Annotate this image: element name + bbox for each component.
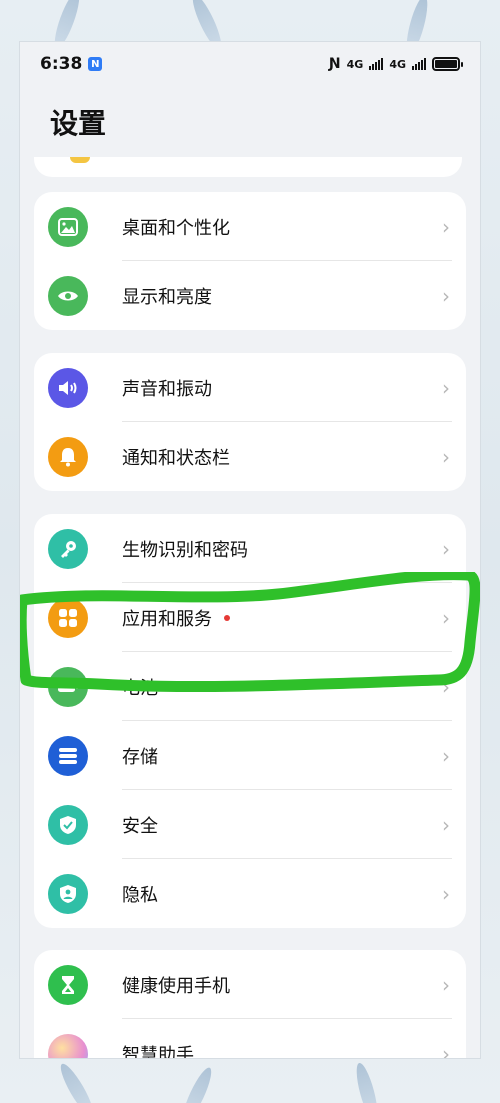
speaker-icon: [48, 367, 88, 408]
chevron-right-icon: ›: [442, 1041, 450, 1059]
settings-group: 桌面和个性化 › 显示和亮度 ›: [34, 192, 466, 330]
settings-item-apps-services[interactable]: 应用和服务 ›: [34, 583, 466, 652]
phone-screen: 6:38 N Ɲ 4G 4G 设置 桌面和个性化 › 显示和亮度 › 声音和振动…: [20, 42, 480, 1058]
settings-item-notifications-statusbar[interactable]: 通知和状态栏 ›: [34, 422, 466, 491]
item-label: 安全: [122, 815, 158, 837]
status-bar: 6:38 N Ɲ 4G 4G: [20, 42, 480, 86]
bell-icon: [48, 436, 88, 477]
assistant-icon: [48, 1033, 88, 1058]
shield-check-icon: [48, 804, 88, 845]
chevron-right-icon: ›: [442, 812, 450, 837]
battery-icon: [48, 666, 88, 707]
settings-item-biometrics-password[interactable]: 生物识别和密码 ›: [34, 514, 466, 583]
item-label: 应用和服务: [122, 608, 212, 630]
settings-item-storage[interactable]: 存储 ›: [34, 721, 466, 790]
chevron-right-icon: ›: [442, 881, 450, 906]
nfc-icon: N: [88, 57, 103, 71]
item-label: 通知和状态栏: [122, 447, 230, 469]
item-label: 生物识别和密码: [122, 539, 248, 561]
settings-group: 声音和振动 › 通知和状态栏 ›: [34, 353, 466, 491]
wallpaper-icon: [48, 206, 88, 247]
previous-group-peek: [34, 157, 462, 177]
chevron-right-icon: ›: [442, 972, 450, 997]
item-label: 智慧助手: [122, 1044, 194, 1059]
signal-icon: [369, 58, 384, 70]
chevron-right-icon: ›: [442, 444, 450, 469]
chevron-right-icon: ›: [442, 283, 450, 308]
chevron-right-icon: ›: [442, 605, 450, 630]
new-badge-dot: [224, 614, 230, 621]
settings-item-desktop-personalization[interactable]: 桌面和个性化 ›: [34, 192, 466, 261]
nfc-status-icon: Ɲ: [328, 56, 341, 72]
item-label: 桌面和个性化: [122, 217, 230, 239]
network-type-2: 4G: [389, 57, 406, 71]
item-label: 声音和振动: [122, 378, 212, 400]
settings-group: 健康使用手机 › 智慧助手 ›: [34, 950, 466, 1058]
settings-item-security[interactable]: 安全 ›: [34, 790, 466, 859]
background-leaf: [177, 1064, 217, 1103]
item-label: 电池: [122, 677, 158, 699]
eye-icon: [48, 275, 88, 316]
item-label: 存储: [122, 746, 158, 768]
chevron-right-icon: ›: [442, 743, 450, 768]
privacy-shield-icon: [48, 873, 88, 914]
settings-group: 生物识别和密码 › 应用和服务 › 电池 › 存储 › 安全 › 隐私 ›: [34, 514, 466, 928]
apps-icon: [48, 597, 88, 638]
hourglass-icon: [48, 964, 88, 1005]
settings-item-digital-wellbeing[interactable]: 健康使用手机 ›: [34, 950, 466, 1019]
key-icon: [48, 528, 88, 569]
settings-item-battery[interactable]: 电池 ›: [34, 652, 466, 721]
chevron-right-icon: ›: [442, 375, 450, 400]
storage-icon: [48, 735, 88, 776]
page-title: 设置: [50, 107, 107, 140]
chevron-right-icon: ›: [442, 214, 450, 239]
item-label: 隐私: [122, 884, 158, 906]
item-label: 健康使用手机: [122, 975, 230, 997]
signal-icon: [412, 58, 426, 70]
background-leaf: [55, 1060, 99, 1103]
settings-item-smart-assistant[interactable]: 智慧助手 ›: [34, 1019, 466, 1058]
chevron-right-icon: ›: [442, 536, 450, 561]
item-label: 显示和亮度: [122, 286, 212, 308]
settings-item-privacy[interactable]: 隐私 ›: [34, 859, 466, 928]
settings-item-sound-vibration[interactable]: 声音和振动 ›: [34, 353, 466, 422]
status-time: 6:38: [40, 54, 83, 74]
chevron-right-icon: ›: [442, 674, 450, 699]
background-leaf: [352, 1061, 382, 1103]
settings-item-display-brightness[interactable]: 显示和亮度 ›: [34, 261, 466, 330]
network-type-1: 4G: [346, 57, 364, 71]
battery-status-icon: [432, 57, 463, 71]
